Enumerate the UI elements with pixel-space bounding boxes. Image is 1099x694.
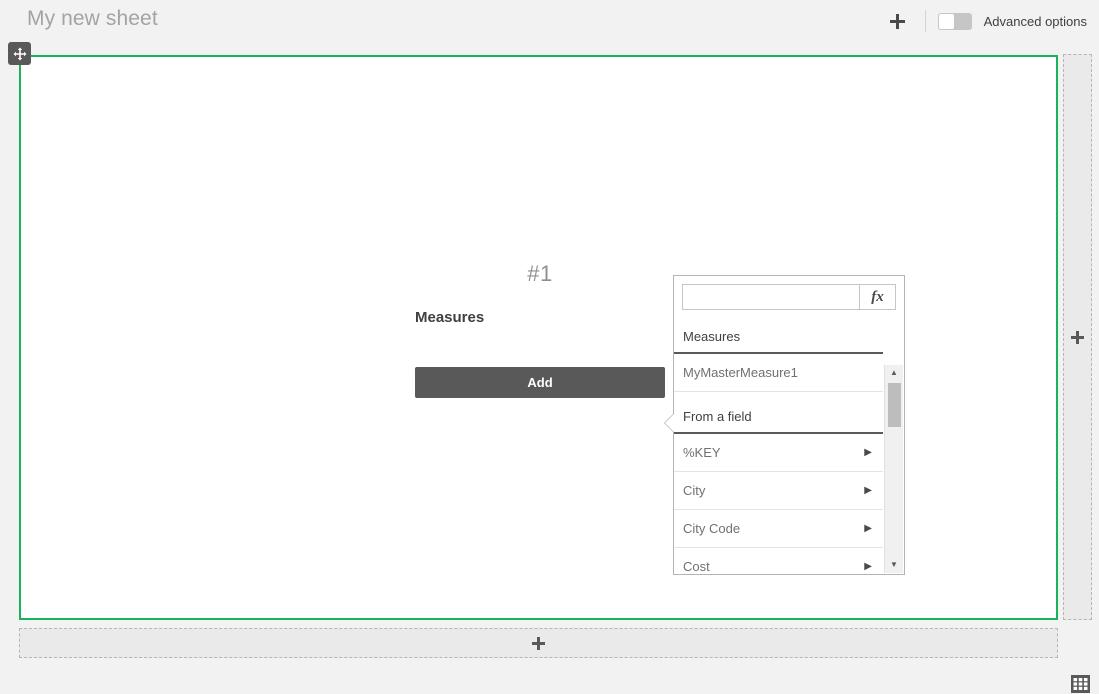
list-item-cost[interactable]: Cost ▶ <box>674 548 883 574</box>
add-measure-button[interactable]: Add <box>415 367 665 398</box>
toolbar-right-group: Advanced options <box>883 0 1091 42</box>
measure-picker-popover[interactable]: fx Measures MyMasterMeasure1 From a fiel… <box>664 275 905 575</box>
plus-icon <box>1071 330 1084 344</box>
list-section-header-measures: Measures <box>674 320 883 354</box>
advanced-options-label[interactable]: Advanced options <box>984 14 1087 29</box>
sheet-canvas: #1 Measures Add fx Measures MyMasterMeas… <box>0 42 1099 693</box>
popover-search-row: fx <box>674 276 904 320</box>
chevron-right-icon: ▶ <box>864 484 872 496</box>
list-item-label: City Code <box>683 520 741 536</box>
chevron-right-icon: ▶ <box>864 522 872 534</box>
dropzone-bottom[interactable] <box>19 628 1058 658</box>
scroll-down-arrow-icon[interactable]: ▼ <box>885 558 903 572</box>
chevron-right-icon: ▶ <box>864 446 872 458</box>
popover-pointer <box>665 414 674 432</box>
list-item-city-code[interactable]: City Code ▶ <box>674 510 883 548</box>
list-item-city[interactable]: City ▶ <box>674 472 883 510</box>
list-item-key[interactable]: %KEY ▶ <box>674 434 883 472</box>
popover-scrollbar[interactable]: ▲ ▼ <box>884 365 903 573</box>
measures-section-label: Measures <box>415 309 485 326</box>
plus-icon <box>890 13 906 29</box>
toolbar-divider <box>924 10 926 32</box>
scroll-up-arrow-icon[interactable]: ▲ <box>885 366 903 380</box>
object-number-label: #1 <box>527 261 553 286</box>
toggle-knob <box>938 13 954 29</box>
list-item-label: Cost <box>683 558 710 574</box>
list-item-label: %KEY <box>683 444 721 460</box>
list-section-header-from-a-field: From a field <box>674 400 883 434</box>
sheet-title[interactable]: My new sheet <box>27 7 158 31</box>
list-item-label: MyMasterMeasure1 <box>683 364 798 380</box>
add-object-button[interactable] <box>883 6 913 36</box>
popover-list-wrap: Measures MyMasterMeasure1 From a field %… <box>674 320 904 574</box>
dropzone-right[interactable] <box>1063 54 1092 620</box>
measure-search-input[interactable] <box>682 284 859 310</box>
top-toolbar: My new sheet Advanced options <box>0 0 1099 42</box>
list-section-gap <box>674 392 883 400</box>
grid-layout-icon[interactable] <box>1070 674 1090 694</box>
scrollbar-thumb[interactable] <box>888 383 901 427</box>
chevron-right-icon: ▶ <box>864 560 872 572</box>
advanced-options-toggle[interactable] <box>937 12 972 30</box>
list-item-label: City <box>683 482 706 498</box>
plus-icon <box>532 636 545 650</box>
measure-field-list[interactable]: Measures MyMasterMeasure1 From a field %… <box>674 320 883 574</box>
list-item-mymastermeasure1[interactable]: MyMasterMeasure1 <box>674 354 883 392</box>
move-icon[interactable] <box>8 42 31 65</box>
expression-editor-icon[interactable]: fx <box>859 284 896 310</box>
